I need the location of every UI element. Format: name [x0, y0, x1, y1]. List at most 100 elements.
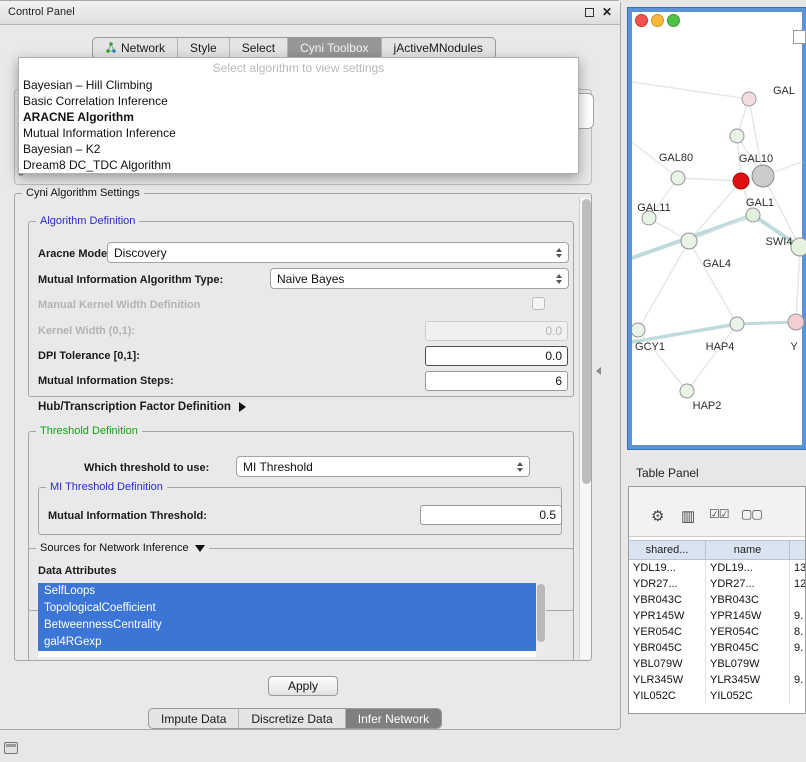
attribute-item-topologicalcoefficient[interactable]: TopologicalCoefficient — [38, 600, 536, 617]
dropdown-item-basic-correlation-inference[interactable]: Basic Correlation Inference — [19, 93, 578, 109]
top-tab-bar: Network Style SelectCyni ToolboxjActiveMNo… — [92, 37, 496, 59]
table-cell: 9. — [790, 672, 805, 688]
dropdown-item-aracne-algorithm[interactable]: ARACNE Algorithm — [19, 109, 578, 125]
column-header-extra[interactable] — [790, 541, 805, 559]
apply-button[interactable]: Apply — [268, 676, 338, 696]
table-row[interactable]: YBL079WYBL079W — [629, 656, 805, 672]
column-header-shared[interactable]: shared... — [629, 541, 706, 559]
attributes-scrollbar[interactable] — [536, 583, 546, 657]
column-header-name[interactable]: name — [706, 541, 790, 559]
tab-discretize-data[interactable]: Discretize Data — [238, 709, 344, 728]
stepper-arrows-icon — [556, 274, 562, 284]
gear-icon[interactable]: ⚙ — [651, 507, 664, 525]
dropdown-item-bayesian-hill-climbing[interactable]: Bayesian – Hill Climbing — [19, 77, 578, 93]
panel-splitter-arrow-icon[interactable] — [596, 367, 601, 375]
table-panel-window: ⚙ ▥ ☑☑ ▢▢ shared...nameYDL19...YDL19...13YD… — [628, 486, 806, 714]
network-node-gal10[interactable] — [752, 165, 774, 187]
mi-steps-field[interactable]: 6 — [425, 371, 568, 391]
tab-label: Style — [190, 41, 217, 55]
collapsed-arrow-icon — [239, 402, 246, 412]
node-label-gal80: GAL80 — [659, 152, 693, 164]
deselect-all-icon[interactable]: ▢▢ — [741, 507, 762, 521]
mi-type-select[interactable]: Naive Bayes — [270, 268, 569, 289]
table-cell: YIL052C — [706, 688, 790, 704]
dropdown-item-bayesian-k2[interactable]: Bayesian – K2 — [19, 141, 578, 157]
data-attributes-label: Data Attributes — [38, 565, 116, 577]
tab-jactivemnodules[interactable]: jActiveMNodules — [381, 38, 495, 58]
table-row[interactable]: YLR345WYLR345W9. — [629, 672, 805, 688]
mi-threshold-field[interactable]: 0.5 — [420, 505, 562, 525]
network-node[interactable] — [733, 173, 749, 189]
node-label-hap4: HAP4 — [706, 341, 735, 353]
algorithm-definition-title: Algorithm Definition — [36, 215, 139, 227]
tab-infer-network[interactable]: Infer Network — [345, 709, 441, 728]
mi-threshold-title: MI Threshold Definition — [46, 481, 167, 493]
sources-title[interactable]: Sources for Network Inference — [36, 542, 209, 554]
network-node-hap4[interactable] — [730, 317, 744, 331]
network-node-y[interactable] — [788, 314, 804, 330]
table-row[interactable]: YER054CYER054C8. — [629, 624, 805, 640]
control-panel-title: Control Panel — [8, 6, 75, 18]
table-cell: YBR045C — [629, 640, 706, 656]
attribute-item-selfloops[interactable]: SelfLoops — [38, 583, 536, 600]
network-scrollbar-button[interactable] — [793, 30, 806, 44]
table-row[interactable]: YBR043CYBR043C — [629, 592, 805, 608]
float-window-icon[interactable] — [585, 8, 594, 17]
network-node-gal1[interactable] — [746, 208, 760, 222]
which-threshold-select[interactable]: MI Threshold — [236, 456, 530, 477]
table-cell: YBR043C — [706, 592, 790, 608]
table-cell — [790, 592, 805, 608]
stepper-arrows-icon — [556, 248, 562, 258]
table-cell: YPR145W — [706, 608, 790, 624]
dropdown-item-mutual-information-inference[interactable]: Mutual Information Inference — [19, 125, 578, 141]
attribute-item-betweennesscentrality[interactable]: BetweennessCentrality — [38, 617, 536, 634]
close-icon[interactable]: ✕ — [602, 5, 612, 19]
hub-definition-toggle[interactable]: Hub/Transcription Factor Definition — [38, 401, 246, 413]
aracne-mode-value: Discovery — [114, 246, 552, 260]
table-cell: YDL19... — [706, 560, 790, 576]
table-row[interactable]: YDR27...YDR27...12 — [629, 576, 805, 592]
table-cell — [790, 688, 805, 704]
tab-style[interactable]: Style — [177, 38, 229, 58]
table-cell: YLR345W — [629, 672, 706, 688]
settings-scrollbar-thumb[interactable] — [582, 199, 591, 484]
docked-panel-icon[interactable] — [4, 742, 18, 754]
network-icon — [105, 42, 117, 54]
columns-icon[interactable]: ▥ — [681, 507, 695, 525]
control-panel-titlebar[interactable]: Control Panel ✕ — [0, 1, 620, 25]
table-cell: YPR145W — [629, 608, 706, 624]
select-all-icon[interactable]: ☑☑ — [709, 507, 729, 521]
network-node-gcy1[interactable] — [632, 323, 645, 337]
settings-scrollbar[interactable] — [579, 198, 591, 659]
table-cell — [790, 656, 805, 672]
tab-network[interactable]: Network — [93, 38, 177, 58]
node-label-swi4: SWI4 — [766, 236, 793, 248]
dropdown-item-dream8-dc-tdc-algorithm[interactable]: Dream8 DC_TDC Algorithm — [19, 157, 578, 173]
table-cell: YIL052C — [629, 688, 706, 704]
network-node-swi4[interactable] — [791, 238, 806, 256]
attribute-item-gal4rgexp[interactable]: gal4RGexp — [38, 634, 536, 651]
tab-select[interactable]: Select — [229, 38, 287, 58]
table-row[interactable]: YPR145WYPR145W9. — [629, 608, 805, 624]
network-node-gal80[interactable] — [671, 171, 685, 185]
manual-kernel-checkbox[interactable] — [532, 297, 545, 310]
network-canvas[interactable]: GALGAL80GAL10GAL11GAL1SWI4GAL4GCY1HAP4YH… — [632, 12, 806, 445]
node-label-gal4: GAL4 — [703, 258, 731, 270]
bottom-tab-bar: Impute DataDiscretize DataInfer Network — [148, 708, 442, 729]
table-row[interactable]: YIL052CYIL052C — [629, 688, 805, 704]
mi-threshold-label: Mutual Information Threshold: — [48, 510, 207, 522]
dpi-tolerance-field[interactable]: 0.0 — [425, 346, 568, 366]
table-cell: YDR27... — [706, 576, 790, 592]
aracne-mode-select[interactable]: Discovery — [107, 242, 569, 263]
tab-impute-data[interactable]: Impute Data — [149, 709, 238, 728]
network-node-gal4[interactable] — [681, 233, 697, 249]
network-node-gal[interactable] — [742, 92, 756, 106]
attributes-scrollbar-thumb[interactable] — [537, 584, 545, 642]
stepper-arrows-icon — [517, 462, 523, 472]
kernel-width-field[interactable]: 0.0 — [425, 321, 568, 341]
table-row[interactable]: YDL19...YDL19...13 — [629, 560, 805, 576]
network-node-hap2[interactable] — [680, 384, 694, 398]
network-node[interactable] — [730, 129, 744, 143]
table-row[interactable]: YBR045CYBR045C9. — [629, 640, 805, 656]
tab-cyni-toolbox[interactable]: Cyni Toolbox — [287, 38, 380, 58]
